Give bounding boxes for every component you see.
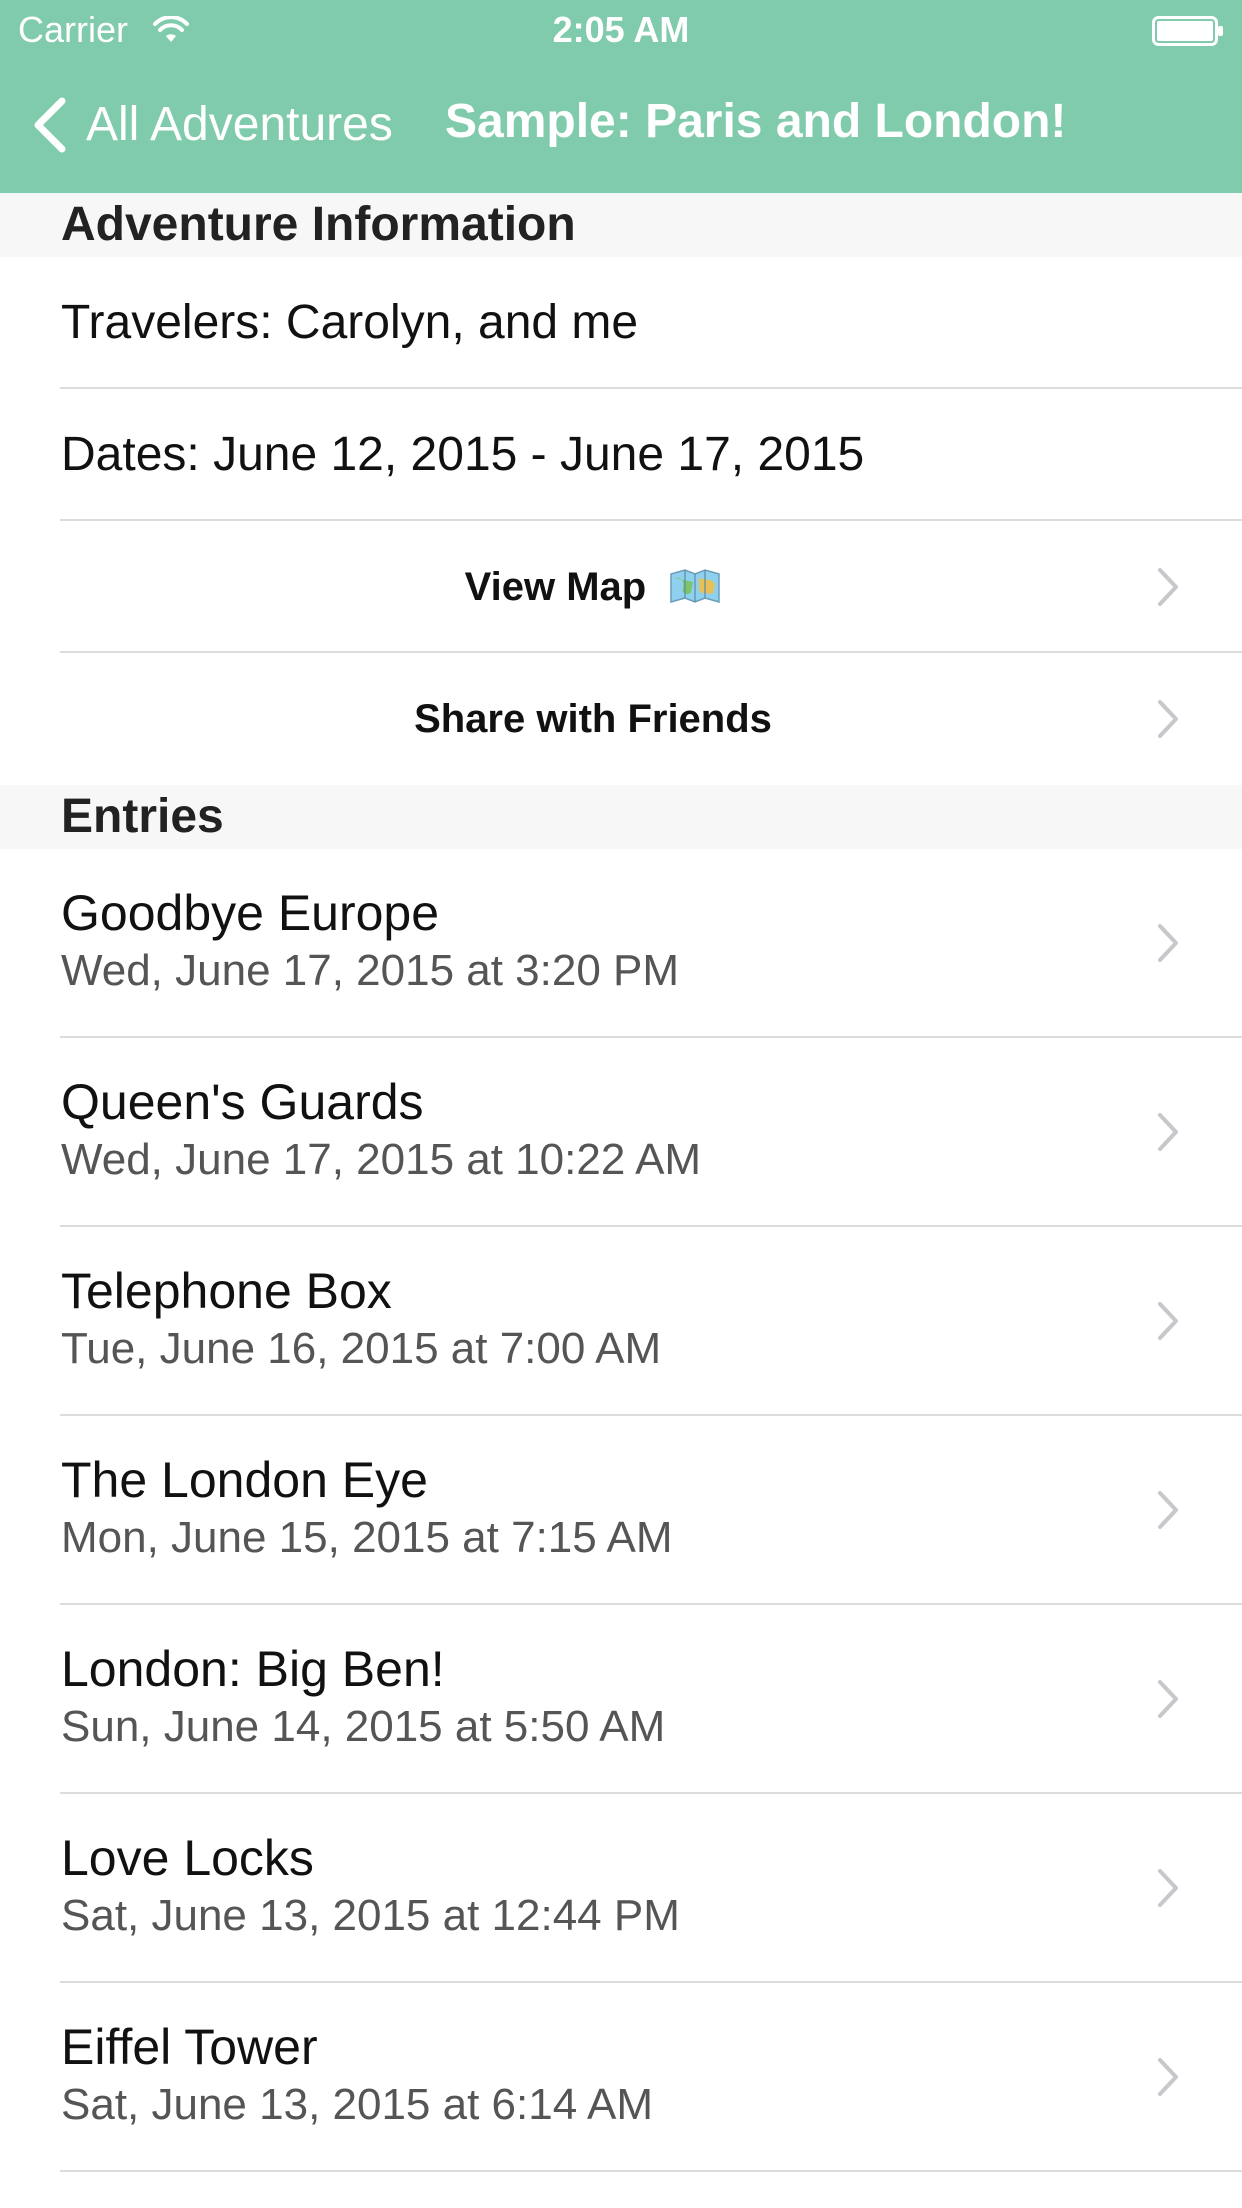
chevron-right-icon <box>1158 1302 1178 1340</box>
entry-date: Mon, June 15, 2015 at 7:15 AM <box>61 1513 673 1562</box>
back-button[interactable]: All Adventures <box>30 90 393 160</box>
chevron-right-icon <box>1158 700 1178 738</box>
chevron-right-icon <box>1158 1869 1178 1907</box>
chevron-right-icon <box>1158 1680 1178 1718</box>
travelers-row: Travelers: Carolyn, and me <box>0 257 1242 389</box>
row-separator <box>60 2170 1242 2172</box>
entry-row[interactable]: London: Big Ben! Sun, June 14, 2015 at 5… <box>0 1605 1242 1794</box>
page-title: Sample: Paris and London! <box>445 95 1067 148</box>
chevron-left-icon <box>34 97 66 153</box>
chevron-right-icon <box>1158 2058 1178 2096</box>
back-button-label: All Adventures <box>86 98 393 151</box>
share-label: Share with Friends <box>414 697 772 741</box>
entry-title: Telephone Box <box>61 1263 392 1319</box>
entry-date: Sat, June 13, 2015 at 6:14 AM <box>61 2080 653 2129</box>
status-time: 2:05 AM <box>552 9 690 50</box>
entry-title: Eiffel Tower <box>61 2019 318 2075</box>
view-map-button[interactable]: View Map <box>0 521 1242 653</box>
chevron-right-icon <box>1158 568 1178 606</box>
travelers-text: Travelers: Carolyn, and me <box>61 296 639 349</box>
battery-icon <box>1152 16 1223 46</box>
dates-row: Dates: June 12, 2015 - June 17, 2015 <box>0 389 1242 521</box>
view-map-row-content: View Map <box>0 559 1186 615</box>
entry-date: Wed, June 17, 2015 at 3:20 PM <box>61 946 680 995</box>
entry-row[interactable]: The London Eye Mon, June 15, 2015 at 7:1… <box>0 1416 1242 1605</box>
navigation-bar: All Adventures Sample: Paris and London! <box>0 60 1242 193</box>
entry-row[interactable]: Queen's Guards Wed, June 17, 2015 at 10:… <box>0 1038 1242 1227</box>
entry-title: Goodbye Europe <box>61 885 440 941</box>
dates-text: Dates: June 12, 2015 - June 17, 2015 <box>61 428 865 481</box>
section-header-label: Entries <box>61 790 224 843</box>
entry-title: The London Eye <box>61 1452 428 1508</box>
entry-row[interactable]: Goodbye Europe Wed, June 17, 2015 at 3:2… <box>0 849 1242 1038</box>
view-map-label: View Map <box>464 565 647 609</box>
chevron-right-icon <box>1158 924 1178 962</box>
entry-date: Wed, June 17, 2015 at 10:22 AM <box>61 1135 702 1184</box>
chevron-right-icon <box>1158 1113 1178 1151</box>
share-with-friends-button[interactable]: Share with Friends <box>0 653 1242 785</box>
entry-row[interactable]: Telephone Box Tue, June 16, 2015 at 7:00… <box>0 1227 1242 1416</box>
map-emoji-icon <box>670 569 721 603</box>
section-header-label: Adventure Information <box>61 198 576 251</box>
entry-row[interactable]: Eiffel Tower Sat, June 13, 2015 at 6:14 … <box>0 1983 1242 2172</box>
entry-title: Love Locks <box>61 1830 314 1886</box>
section-header-adventure-information: Adventure Information <box>0 193 1242 257</box>
entry-date: Sun, June 14, 2015 at 5:50 AM <box>61 1702 666 1751</box>
entry-date: Sat, June 13, 2015 at 12:44 PM <box>61 1891 680 1940</box>
entry-row[interactable]: Love Locks Sat, June 13, 2015 at 12:44 P… <box>0 1794 1242 1983</box>
top-bar: Carrier 2:05 AM All Adventures Sample: P… <box>0 0 1242 193</box>
section-header-entries: Entries <box>0 785 1242 849</box>
entry-title: Queen's Guards <box>61 1074 424 1130</box>
status-bar: Carrier 2:05 AM <box>0 0 1242 60</box>
entry-title: London: Big Ben! <box>61 1641 445 1697</box>
entry-date: Tue, June 16, 2015 at 7:00 AM <box>61 1324 662 1373</box>
chevron-right-icon <box>1158 1491 1178 1529</box>
